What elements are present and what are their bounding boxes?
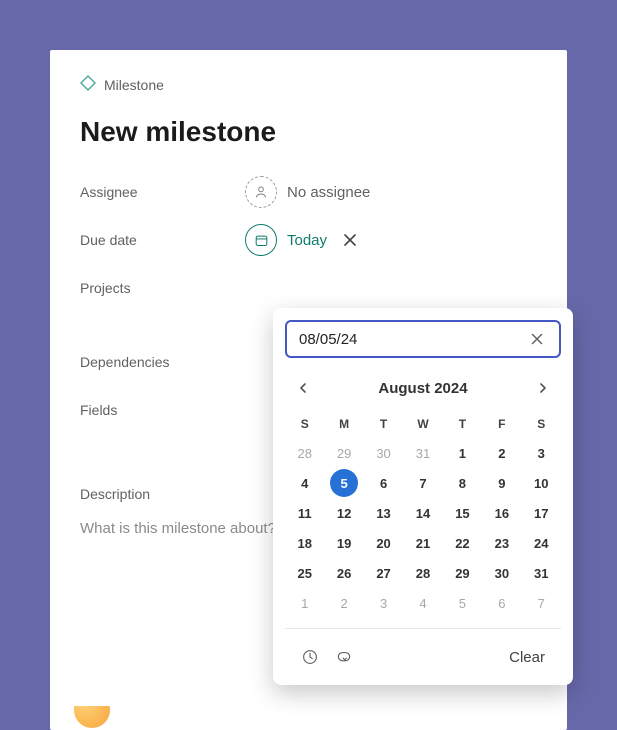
calendar-day[interactable]: 29 (324, 438, 363, 468)
calendar-day[interactable]: 1 (443, 438, 482, 468)
calendar-day[interactable]: 11 (285, 498, 324, 528)
type-badge-label: Milestone (104, 77, 164, 93)
calendar-day[interactable]: 13 (364, 498, 403, 528)
dependencies-label: Dependencies (80, 354, 245, 370)
new-milestone-panel: Milestone New milestone Assignee No assi… (50, 50, 567, 730)
calendar-day[interactable]: 4 (403, 588, 442, 618)
date-input[interactable] (299, 331, 527, 348)
type-badge: Milestone (80, 75, 537, 94)
calendar-day[interactable]: 30 (482, 558, 521, 588)
day-of-week-header: F (482, 410, 521, 438)
calendar-grid: SMTWTFS282930311234567891011121314151617… (285, 410, 561, 618)
calendar-day[interactable]: 4 (285, 468, 324, 498)
calendar-day[interactable]: 30 (364, 438, 403, 468)
description-label: Description (80, 486, 245, 502)
day-of-week-header: S (285, 410, 324, 438)
projects-label: Projects (80, 280, 245, 296)
fields-label: Fields (80, 402, 245, 418)
day-of-week-header: W (403, 410, 442, 438)
projects-row: Projects (80, 268, 537, 308)
calendar-day[interactable]: 15 (443, 498, 482, 528)
day-of-week-header: S (522, 410, 561, 438)
date-picker-footer: Clear (285, 628, 561, 685)
date-input-wrap (285, 320, 561, 358)
calendar-day[interactable]: 31 (522, 558, 561, 588)
calendar-day[interactable]: 5 (443, 588, 482, 618)
calendar-day[interactable]: 10 (522, 468, 561, 498)
calendar-day[interactable]: 26 (324, 558, 363, 588)
calendar-day[interactable]: 2 (324, 588, 363, 618)
calendar-day[interactable]: 21 (403, 528, 442, 558)
calendar-day[interactable]: 27 (364, 558, 403, 588)
clear-date-button[interactable]: Clear (501, 645, 553, 670)
calendar-day[interactable]: 9 (482, 468, 521, 498)
calendar-day[interactable]: 18 (285, 528, 324, 558)
calendar-day[interactable]: 20 (364, 528, 403, 558)
calendar-day[interactable]: 29 (443, 558, 482, 588)
person-icon (245, 176, 277, 208)
milestone-icon (80, 75, 96, 94)
prev-month-button[interactable] (289, 374, 317, 402)
calendar-day[interactable]: 8 (443, 468, 482, 498)
calendar-day[interactable]: 31 (403, 438, 442, 468)
calendar-day[interactable]: 2 (482, 438, 521, 468)
calendar-day[interactable]: 7 (522, 588, 561, 618)
assignee-picker[interactable]: No assignee (245, 176, 370, 208)
date-picker-header: August 2024 (285, 372, 561, 410)
calendar-day-selected[interactable]: 5 (330, 469, 358, 497)
clear-due-date-button[interactable] (337, 227, 363, 253)
calendar-day[interactable]: 23 (482, 528, 521, 558)
due-date-value[interactable]: Today (287, 232, 327, 249)
calendar-day[interactable]: 12 (324, 498, 363, 528)
day-of-week-header: T (443, 410, 482, 438)
calendar-day[interactable]: 19 (324, 528, 363, 558)
calendar-day[interactable]: 3 (522, 438, 561, 468)
due-date-label: Due date (80, 232, 245, 248)
assignee-value: No assignee (287, 184, 370, 201)
calendar-day[interactable]: 16 (482, 498, 521, 528)
calendar-day[interactable]: 3 (364, 588, 403, 618)
month-year-label[interactable]: August 2024 (378, 380, 467, 397)
page-title: New milestone (80, 116, 537, 148)
calendar-day[interactable]: 28 (285, 438, 324, 468)
repeat-icon[interactable] (327, 643, 361, 671)
avatar (74, 692, 110, 728)
calendar-day[interactable]: 24 (522, 528, 561, 558)
calendar-day[interactable]: 28 (403, 558, 442, 588)
day-of-week-header: M (324, 410, 363, 438)
calendar-day[interactable]: 17 (522, 498, 561, 528)
due-date-row: Due date Today (80, 220, 537, 260)
assignee-row: Assignee No assignee (80, 172, 537, 212)
calendar-day[interactable]: 6 (482, 588, 521, 618)
day-of-week-header: T (364, 410, 403, 438)
calendar-day[interactable]: 1 (285, 588, 324, 618)
time-icon[interactable] (293, 643, 327, 671)
calendar-icon[interactable] (245, 224, 277, 256)
calendar-day[interactable]: 7 (403, 468, 442, 498)
assignee-label: Assignee (80, 184, 245, 200)
calendar-day[interactable]: 25 (285, 558, 324, 588)
calendar-day[interactable]: 22 (443, 528, 482, 558)
date-picker-popover: August 2024 SMTWTFS282930311234567891011… (273, 308, 573, 685)
calendar-day[interactable]: 6 (364, 468, 403, 498)
calendar-day[interactable]: 14 (403, 498, 442, 528)
next-month-button[interactable] (529, 374, 557, 402)
clear-input-button[interactable] (527, 329, 547, 349)
